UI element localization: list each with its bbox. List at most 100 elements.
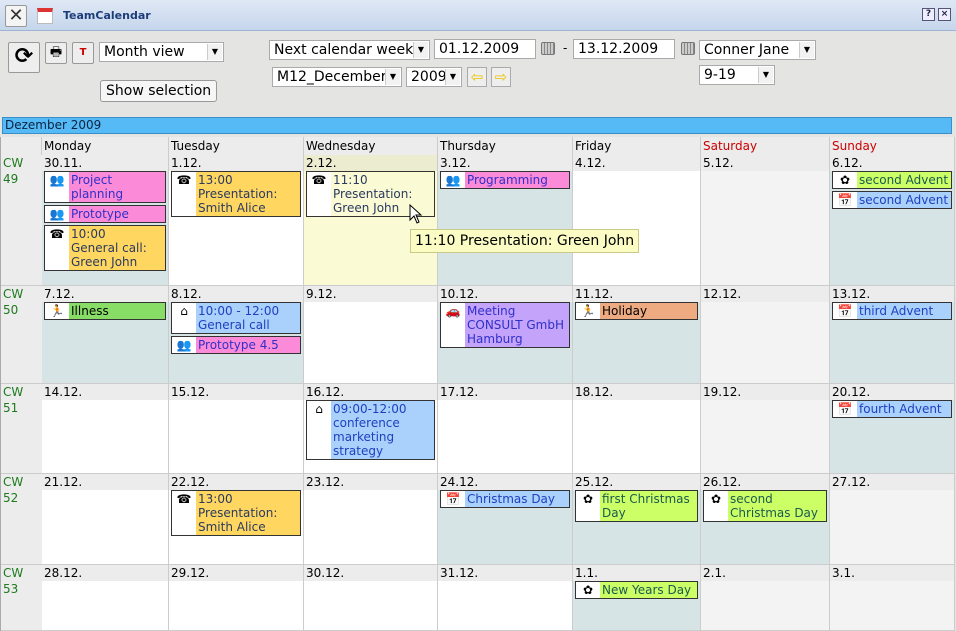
calendar-event[interactable]: ✿ New Years Day	[575, 581, 698, 599]
day-cell[interactable]: 29.12.	[169, 565, 304, 631]
calendar-event[interactable]: 👥 Project planning	[44, 171, 166, 203]
calendar-event[interactable]: ✿ second Advent	[832, 171, 952, 189]
day-date: 7.12.	[42, 286, 168, 302]
day-cell[interactable]: 30.11. 👥 Project planning 👥 Prototype ☎ 10:00 …	[42, 155, 169, 286]
calendar-icon: 📅	[445, 492, 461, 506]
day-cell[interactable]: 1.12. ☎ 13:00 Presentation: Smith Alice	[169, 155, 304, 286]
day-cell[interactable]: 2.1.	[701, 565, 830, 631]
day-cell[interactable]: 7.12. 🏃 Illness	[42, 286, 169, 384]
close-app-button[interactable]: ✕	[5, 5, 27, 27]
day-cell[interactable]: 8.12. ⌂ 10:00 - 12:00 General call 👥 Prototy…	[169, 286, 304, 384]
calendar-event[interactable]: ☎ 13:00 Presentation: Smith Alice	[171, 171, 301, 217]
day-cell[interactable]: 28.12.	[42, 565, 169, 631]
day-cell[interactable]: 30.12.	[304, 565, 438, 631]
year-select[interactable]: 2009 ▼	[406, 67, 462, 87]
day-cell[interactable]: 10.12. 🚗 Meeting CONSULT GmbH Hamburg	[438, 286, 573, 384]
running-person-icon: 🏃	[580, 304, 596, 318]
month-select[interactable]: M12_December ▼	[272, 67, 402, 87]
calendar-settings-icon: T	[79, 47, 87, 58]
day-cell[interactable]: 18.12.	[573, 384, 701, 474]
day-cell[interactable]: 9.12.	[304, 286, 438, 384]
day-cell[interactable]: 13.12. 📅 third Advent	[830, 286, 955, 384]
team-calendar-button[interactable]: T	[72, 42, 94, 64]
event-text: Meeting CONSULT GmbH Hamburg	[465, 303, 569, 347]
person-select[interactable]: Conner Jane ▼	[699, 40, 816, 60]
calendar-event[interactable]: 🏃 Holiday	[575, 302, 698, 320]
day-cell[interactable]: 3.1.	[830, 565, 955, 631]
calendar-event[interactable]: ⌂ 10:00 - 12:00 General call	[171, 302, 301, 334]
day-cell[interactable]: 12.12.	[701, 286, 830, 384]
phone-icon: ☎	[176, 173, 192, 187]
day-date: 12.12.	[701, 286, 829, 302]
calendar-event[interactable]: 📅 fourth Advent	[832, 400, 952, 418]
day-cell[interactable]: 11.12. 🏃 Holiday	[573, 286, 701, 384]
calendar-week-label: CW 53	[1, 565, 42, 631]
month-header: Dezember 2009	[2, 117, 952, 134]
event-text: Prototype 4.5	[196, 337, 300, 353]
day-cell[interactable]: 26.12. ✿ second Christmas Day	[701, 474, 830, 565]
help-button[interactable]: ?	[922, 8, 935, 21]
hours-select[interactable]: 9-19 ▼	[699, 65, 775, 85]
window-close-button[interactable]: ×	[938, 8, 951, 21]
day-cell[interactable]: 19.12.	[701, 384, 830, 474]
day-cell[interactable]: 22.12. ☎ 13:00 Presentation: Smith Alice	[169, 474, 304, 565]
day-date: 17.12.	[438, 384, 572, 400]
previous-month-button[interactable]: ⇦	[467, 67, 487, 87]
day-cell[interactable]: 23.12.	[304, 474, 438, 565]
calendar-event[interactable]: 👥 Prototype 4.5	[171, 336, 301, 354]
range-value: Next calendar week	[274, 42, 414, 58]
range-select[interactable]: Next calendar week ▼	[269, 40, 430, 60]
day-date: 6.12.	[830, 155, 954, 171]
calendar-event[interactable]: ⌂ 09:00-12:00 conference marketing strate…	[306, 400, 435, 460]
day-cell[interactable]: 21.12.	[42, 474, 169, 565]
calendar-event[interactable]: ☎ 13:00 Presentation: Smith Alice	[171, 490, 301, 536]
calendar-event[interactable]: ✿ first Christmas Day	[575, 490, 698, 522]
year-value: 2009	[411, 69, 447, 85]
day-date: 27.12.	[830, 474, 954, 490]
day-cell[interactable]: 17.12.	[438, 384, 573, 474]
refresh-button[interactable]: ⟳	[8, 42, 40, 73]
event-text: fourth Advent	[857, 401, 951, 417]
day-date: 14.12.	[42, 384, 168, 400]
day-cell[interactable]: 25.12. ✿ first Christmas Day	[573, 474, 701, 565]
calendar-event[interactable]: 🚗 Meeting CONSULT GmbH Hamburg	[440, 302, 570, 348]
calendar-event[interactable]: 🏃 Illness	[44, 302, 166, 320]
calendar-event[interactable]: 👥 Programming	[440, 171, 570, 189]
day-cell[interactable]: 20.12. 📅 fourth Advent	[830, 384, 955, 474]
event-text: 13:00 Presentation: Smith Alice	[196, 491, 300, 535]
show-selection-button[interactable]: Show selection	[100, 80, 218, 102]
title-bar: ✕ TeamCalendar ? ×	[0, 0, 956, 31]
calendar-week-label: CW 49	[1, 155, 42, 286]
day-cell[interactable]: 1.1. ✿ New Years Day	[573, 565, 701, 631]
day-cell[interactable]: 14.12.	[42, 384, 169, 474]
day-cell[interactable]: 3.12. 👥 Programming	[438, 155, 573, 286]
view-select[interactable]: Month view ▼	[99, 42, 224, 62]
weekday-header-tuesday: Tuesday	[169, 137, 304, 155]
date-to-input[interactable]: 13.12.2009	[573, 39, 675, 59]
date-picker-to-icon[interactable]	[681, 42, 695, 55]
chevron-down-icon: ▼	[799, 42, 814, 58]
day-cell[interactable]: 16.12. ⌂ 09:00-12:00 conference marketing …	[304, 384, 438, 474]
day-cell[interactable]: 24.12. 📅 Christmas Day	[438, 474, 573, 565]
calendar-event[interactable]: 📅 Christmas Day	[440, 490, 570, 508]
day-cell[interactable]: 31.12.	[438, 565, 573, 631]
calendar-event[interactable]: 📅 second Advent	[832, 191, 952, 209]
print-button[interactable]: 🖶	[45, 42, 67, 64]
view-value: Month view	[104, 44, 185, 60]
day-cell[interactable]: 15.12.	[169, 384, 304, 474]
calendar-event[interactable]: 📅 third Advent	[832, 302, 952, 320]
day-date: 1.1.	[573, 565, 700, 581]
day-cell[interactable]: 4.12.	[573, 155, 701, 286]
day-cell[interactable]: 6.12. ✿ second Advent 📅 second Advent	[830, 155, 955, 286]
day-cell[interactable]: 27.12.	[830, 474, 955, 565]
calendar-event[interactable]: ☎ 10:00 General call: Green John	[44, 225, 166, 271]
day-date: 8.12.	[169, 286, 303, 302]
calendar-event[interactable]: 👥 Prototype	[44, 205, 166, 223]
phone-icon: ☎	[176, 492, 192, 506]
calendar-app-icon	[37, 8, 53, 24]
date-from-input[interactable]: 01.12.2009	[434, 39, 536, 59]
calendar-event[interactable]: ✿ second Christmas Day	[703, 490, 827, 522]
day-cell[interactable]: 5.12.	[701, 155, 830, 286]
next-month-button[interactable]: ⇨	[491, 67, 511, 87]
date-picker-from-icon[interactable]	[541, 42, 555, 55]
